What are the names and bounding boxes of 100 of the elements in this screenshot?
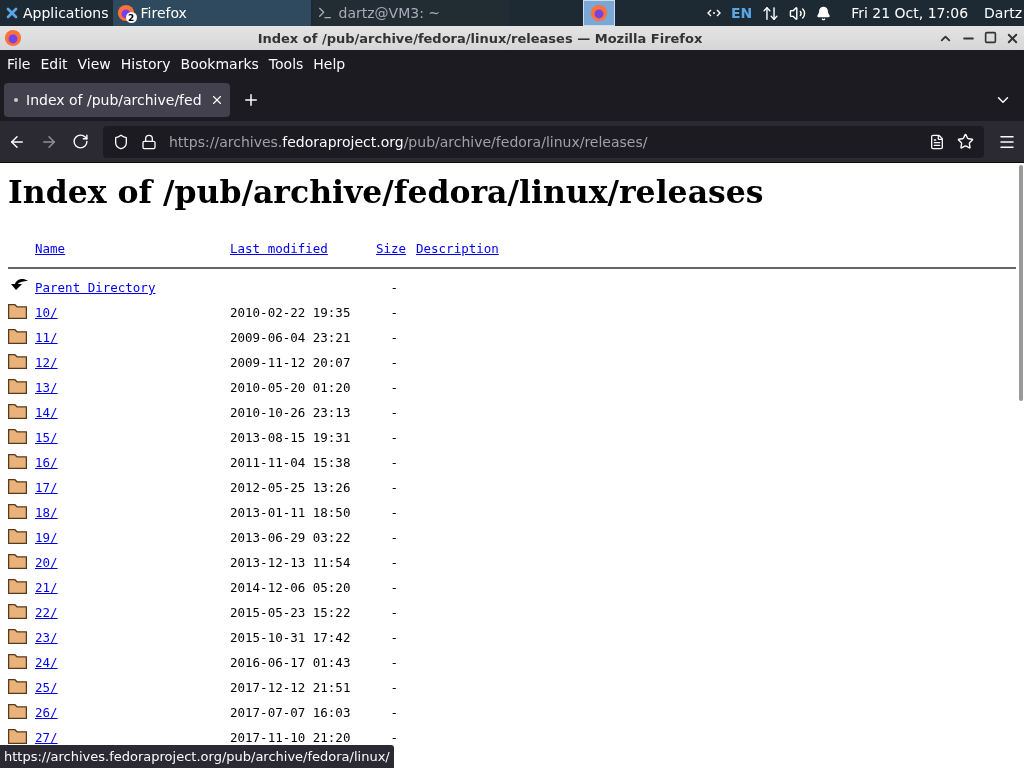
size-cell: - (390, 380, 398, 395)
menu-item[interactable]: View (72, 56, 116, 72)
size-cell: - (390, 630, 398, 645)
date-cell: 2017-11-10 21:20 (230, 730, 351, 745)
url-text: https://archives.fedoraproject.org/pub/archive/fedora/linux/releases/ (169, 133, 649, 150)
directory-link[interactable]: 22/ (35, 605, 58, 620)
bookmark-star-icon[interactable] (957, 133, 974, 150)
keyboard-layout[interactable]: EN (730, 5, 753, 21)
column-header-link[interactable]: Last modified (230, 241, 328, 256)
date-cell: 2013-08-15 19:31 (230, 430, 351, 445)
link-status-tooltip: https://archives.fedoraproject.org/pub/archive/fedora/linux/ (0, 745, 394, 768)
browser-tab[interactable]: Index of /pub/archive/fed (4, 82, 230, 117)
folder-icon (8, 603, 27, 619)
maximize-icon[interactable] (984, 30, 997, 44)
count-badge: 2 (125, 12, 137, 23)
user-name[interactable]: Dartz (984, 5, 1022, 21)
terminal-icon (316, 5, 333, 21)
folder-icon (8, 653, 27, 669)
size-cell: - (390, 405, 398, 420)
date-cell: 2010-02-22 19:35 (230, 305, 351, 320)
folder-icon (8, 478, 27, 494)
directory-link[interactable]: 18/ (35, 505, 58, 520)
directory-link[interactable]: 26/ (35, 705, 58, 720)
lock-icon[interactable] (141, 133, 157, 150)
menu-item[interactable]: Help (308, 56, 351, 72)
size-cell: - (390, 680, 398, 695)
folder-icon (8, 453, 27, 469)
directory-link[interactable]: 16/ (35, 455, 58, 470)
size-cell: - (390, 330, 398, 345)
folder-icon (8, 553, 27, 569)
size-cell: - (390, 280, 398, 295)
reader-view-icon[interactable] (929, 133, 945, 150)
shield-icon[interactable] (113, 133, 129, 150)
menu-item[interactable]: History (115, 56, 176, 72)
volume-icon[interactable] (789, 4, 807, 22)
directory-link[interactable]: 17/ (35, 480, 58, 495)
size-cell: - (390, 455, 398, 470)
directory-link[interactable]: Parent Directory (35, 280, 156, 295)
taskbar-button[interactable]: dartz@VM3: ~ (312, 0, 509, 26)
date-cell: 2015-05-23 15:22 (230, 605, 351, 620)
browser-logo-icon (116, 4, 135, 22)
directory-link[interactable]: 19/ (35, 530, 58, 545)
date-cell: 2015-10-31 17:42 (230, 630, 351, 645)
directory-link[interactable]: 25/ (35, 680, 58, 695)
folder-icon (8, 703, 27, 719)
applications-logo-icon (4, 5, 20, 21)
directory-link[interactable]: 10/ (35, 305, 58, 320)
browser-logo-icon (589, 4, 608, 22)
directory-link[interactable]: 27/ (35, 730, 58, 745)
directory-link[interactable]: 21/ (35, 580, 58, 595)
folder-icon (8, 628, 27, 644)
size-cell: - (390, 480, 398, 495)
column-header-link[interactable]: Size (376, 241, 407, 256)
clock[interactable]: Fri 21 Oct, 17:06 (851, 5, 969, 21)
dot-icon (14, 97, 18, 102)
menu-item[interactable]: Edit (35, 56, 73, 72)
date-cell: 2014-12-06 05:20 (230, 580, 351, 595)
folder-icon (8, 378, 27, 394)
column-header-link[interactable]: Name (35, 241, 66, 256)
size-cell: - (390, 730, 398, 745)
page-heading: Index of /pub/archive/fedora/linux/releases (8, 173, 765, 210)
scrollbar-thumb[interactable] (1019, 165, 1023, 401)
date-cell: 2013-01-11 18:50 (230, 505, 351, 520)
date-cell: 2013-06-29 03:22 (230, 530, 351, 545)
column-header-link[interactable]: Description (416, 241, 499, 256)
taskbar-button[interactable]: 2 Firefox (112, 0, 311, 26)
directory-link[interactable]: 11/ (35, 330, 58, 345)
folder-icon (8, 578, 27, 594)
date-cell: 2010-10-26 23:13 (230, 405, 351, 420)
window-title: Index of /pub/archive/fedora/linux/releases — Mozilla Firefox (256, 30, 704, 46)
directory-link[interactable]: 15/ (35, 430, 58, 445)
size-cell: - (390, 555, 398, 570)
directory-link[interactable]: 23/ (35, 630, 58, 645)
size-cell: - (390, 580, 398, 595)
date-cell: 2017-12-12 21:51 (230, 680, 351, 695)
code-brackets-icon[interactable] (706, 9, 721, 17)
menu-item[interactable]: Tools (263, 56, 309, 72)
directory-link[interactable]: 20/ (35, 555, 58, 570)
folder-icon (8, 528, 27, 544)
applications-menu[interactable]: Applications (0, 0, 113, 26)
directory-link[interactable]: 24/ (35, 655, 58, 670)
network-icon[interactable] (762, 4, 780, 22)
reload-icon[interactable] (72, 133, 89, 150)
directory-link[interactable]: 13/ (35, 380, 58, 395)
size-cell: - (390, 430, 398, 445)
folder-icon (8, 678, 27, 694)
date-cell: 2009-06-04 23:21 (230, 330, 351, 345)
size-cell: - (390, 655, 398, 670)
date-cell: 2013-12-13 11:54 (230, 555, 351, 570)
directory-link[interactable]: 12/ (35, 355, 58, 370)
date-cell: 2016-06-17 01:43 (230, 655, 351, 670)
launcher-button[interactable] (582, 0, 615, 26)
size-cell: - (390, 605, 398, 620)
size-cell: - (390, 705, 398, 720)
notification-icon[interactable] (816, 5, 832, 21)
address-bar[interactable]: https://archives.fedoraproject.org/pub/archive/fedora/linux/releases/ (103, 125, 984, 158)
menu-item[interactable]: Bookmarks (175, 56, 264, 72)
directory-link[interactable]: 14/ (35, 405, 58, 420)
folder-icon (8, 328, 27, 344)
menu-item[interactable]: File (2, 56, 36, 72)
